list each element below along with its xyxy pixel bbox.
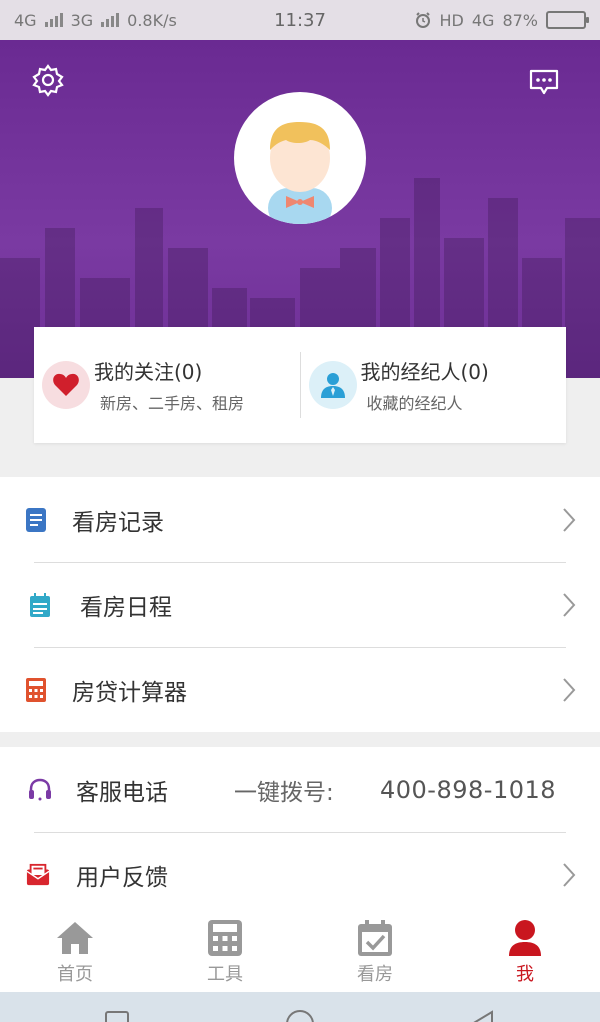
tab-label: 首页 [57,964,93,985]
network-label-3: 4G [471,10,495,30]
tab-label: 工具 [207,964,243,985]
calendar-icon [28,592,52,618]
signal-icon [44,13,63,27]
headset-icon [28,777,52,803]
calendar-check-icon [355,918,395,958]
menu-label: 看房日程 [80,594,172,621]
menu-group-2: 客服电话 一键拨号: 400-898-1018 用户反馈 [0,747,600,917]
status-right: HD 4G 87% [414,10,589,30]
recent-apps-icon [105,1011,129,1022]
menu-item-user-feedback[interactable]: 用户反馈 [0,832,600,917]
status-time: 11:37 [274,9,326,31]
agent-icon-badge [308,361,357,409]
chevron-right-icon [563,507,576,532]
menu-label: 房贷计算器 [72,679,187,706]
heart-icon-badge [42,361,90,409]
message-icon [529,69,559,95]
menu-label: 用户反馈 [76,864,168,891]
menu-label: 客服电话 [76,779,168,806]
battery-percent: 87% [502,10,538,30]
document-icon [24,507,48,533]
signal-icon [101,13,120,27]
tab-viewing[interactable]: 看房 [300,912,450,992]
tab-home[interactable]: 首页 [0,912,150,992]
my-follows-title: 我的关注(0) [94,360,203,384]
battery-icon [546,11,589,29]
bottom-tab-bar: 首页 工具 看房 我 [0,912,600,992]
chevron-right-icon [563,592,576,617]
tab-label: 看房 [357,964,393,985]
alarm-icon [415,12,430,28]
calculator-icon [24,677,48,703]
chevron-right-icon [563,862,576,887]
menu-item-mortgage-calculator[interactable]: 房贷计算器 [0,647,600,732]
heart-icon [53,373,79,396]
network-label-1: 4G [14,10,37,30]
back-nav-icon [473,1010,493,1022]
calculator-icon [205,918,245,958]
system-nav-bar [0,992,600,1022]
status-bar: 4G 3G 0.8K/s 11:37 HD 4G 87% [0,0,600,40]
tab-tools[interactable]: 工具 [150,912,300,992]
network-label-2: 3G [70,10,94,30]
agent-icon [320,373,345,398]
feedback-icon [26,862,50,888]
home-nav-icon [286,1010,314,1022]
menu-group-1: 看房记录 看房日程 房贷计算器 [0,477,600,732]
my-follows[interactable]: 我的关注(0) 新房、二手房、租房 [34,327,300,443]
menu-item-customer-service[interactable]: 客服电话 一键拨号: 400-898-1018 [0,747,600,832]
my-agents-title: 我的经纪人(0) [360,360,489,384]
user-avatar[interactable] [234,92,366,224]
message-button[interactable] [528,68,560,96]
service-phone-number[interactable]: 400-898-1018 [380,776,556,804]
person-icon [505,918,545,958]
hd-label: HD [439,10,464,30]
tab-label: 我 [516,964,534,985]
favorites-card: 我的关注(0) 新房、二手房、租房 我的经纪人(0) 收藏的经纪人 [34,327,566,443]
status-left: 4G 3G 0.8K/s [14,11,177,30]
tab-me[interactable]: 我 [450,912,600,992]
menu-item-viewing-history[interactable]: 看房记录 [0,477,600,562]
settings-button[interactable] [30,62,66,98]
network-speed: 0.8K/s [127,10,177,30]
chevron-right-icon [563,677,576,702]
dial-prefix: 一键拨号: [234,779,334,806]
my-follows-text: 我的关注(0) 新房、二手房、租房 [94,362,244,412]
my-follows-subtitle: 新房、二手房、租房 [100,394,245,413]
home-icon [55,918,95,958]
menu-label: 看房记录 [72,509,164,536]
system-nav-icons [105,1010,493,1022]
gear-icon [32,64,64,97]
my-agents[interactable]: 我的经纪人(0) 收藏的经纪人 [301,327,567,443]
my-agents-subtitle: 收藏的经纪人 [366,394,463,413]
my-agents-text: 我的经纪人(0) 收藏的经纪人 [361,362,489,412]
avatar-illustration [268,122,332,224]
menu-item-viewing-schedule[interactable]: 看房日程 [0,562,600,647]
